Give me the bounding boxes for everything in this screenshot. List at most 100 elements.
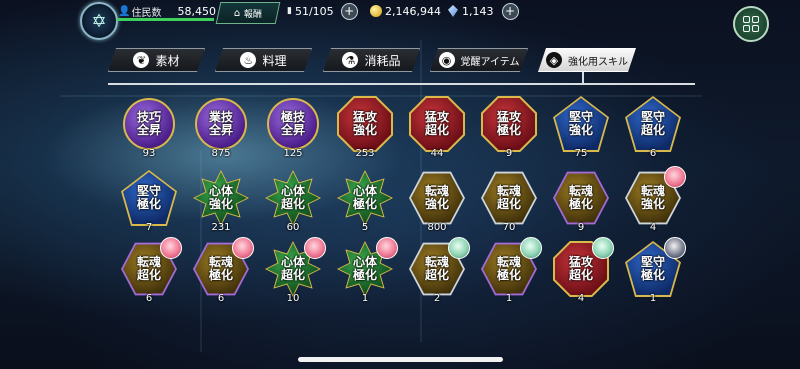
skill-item[interactable]: 業技 全昇 875 [190, 98, 252, 160]
skill-item[interactable]: 心体 極化 1 [334, 237, 398, 305]
stamina-value: 51/105 [294, 4, 334, 18]
tab-label: 素材 [155, 53, 180, 68]
reward-button[interactable]: ⌂ 報酬 [215, 2, 281, 24]
skill-item-count: 2 [433, 293, 441, 304]
skill-item-count: 6 [145, 293, 153, 304]
skill-item[interactable]: 猛攻 超化 4 [550, 237, 614, 305]
skill-item-count: 60 [286, 222, 300, 233]
skill-item[interactable]: 極技 全昇 125 [262, 98, 324, 160]
green-haired-character-avatar [448, 237, 470, 259]
home-indicator[interactable] [298, 357, 503, 362]
tab-label: 覚醒アイテム [460, 56, 520, 68]
residents-progress-fill [117, 18, 214, 21]
skill-item-count: 4 [649, 222, 657, 233]
skill-item-count: 1 [361, 293, 369, 304]
player-emblem-icon[interactable]: ✡ [80, 2, 118, 40]
skill-item[interactable]: 転魂 極化 9 [550, 171, 612, 234]
skill-item-count: 231 [211, 222, 231, 233]
tab-label: 料理 [262, 53, 287, 68]
skill-item[interactable]: 堅守 極化 7 [118, 170, 180, 234]
skill-item-count: 800 [427, 222, 447, 233]
skill-item[interactable]: 猛攻 超化 44 [406, 96, 468, 160]
skill-item-icon: 堅守 強化 [555, 98, 607, 150]
green-haired-character-avatar [520, 237, 542, 259]
skill-diamond-icon: ◈ [546, 52, 562, 68]
skill-item[interactable]: 心体 超化 60 [262, 170, 324, 234]
grid-menu-icon-cell [752, 16, 759, 23]
skill-item-count: 44 [430, 148, 444, 159]
skill-item-count: 10 [286, 293, 300, 304]
residents-value: 58,450 [177, 4, 216, 18]
skill-item-count: 4 [577, 293, 585, 304]
pink-haired-character-avatar [664, 166, 686, 188]
residents-label: 住民数 [131, 7, 162, 19]
tab-pot[interactable]: ♨ 料理 [215, 48, 312, 72]
skill-item-count: 1 [649, 293, 657, 304]
active-tab-pointer [582, 72, 584, 83]
stamina-stat: ▮ 51/105 + [287, 2, 358, 20]
skill-item[interactable]: 技巧 全昇 93 [118, 98, 180, 160]
skill-item-count: 5 [361, 222, 369, 233]
skill-item[interactable]: 堅守 極化 1 [622, 237, 686, 305]
skill-item[interactable]: 転魂 超化 6 [118, 237, 182, 305]
coins-value: 2,146,944 [385, 4, 441, 18]
green-haired-character-avatar [592, 237, 614, 259]
grid-menu-icon [743, 16, 750, 23]
skill-item-count: 7 [145, 222, 153, 233]
pink-haired-character-avatar [232, 237, 254, 259]
skill-item-label: 堅守 極化 [136, 184, 161, 211]
skill-item-icon: 技巧 全昇 [123, 98, 175, 150]
dark-haired-character-avatar [664, 237, 686, 259]
flask-icon: ⚗ [342, 52, 358, 68]
skill-item-label: 心体 強化 [208, 184, 233, 211]
skill-item-label: 堅守 超化 [640, 110, 665, 137]
coin-icon [370, 5, 382, 17]
skill-item-label: 技巧 全昇 [136, 110, 161, 137]
tab-flask[interactable]: ⚗ 消耗品 [323, 48, 420, 72]
skill-item[interactable]: 心体 極化 5 [334, 170, 396, 234]
residents-progress-bar [117, 18, 214, 21]
stamina-plus-button[interactable]: + [340, 2, 358, 20]
skill-item-count: 93 [142, 148, 156, 159]
tab-underline [108, 83, 695, 85]
skill-item-count: 9 [505, 148, 513, 159]
reward-label: 報酬 [243, 9, 262, 20]
tab-label: 強化用スキル [568, 56, 628, 68]
skill-item[interactable]: 堅守 強化 75 [550, 96, 612, 160]
skill-item-count: 6 [217, 293, 225, 304]
skill-item[interactable]: 転魂 超化 2 [406, 237, 470, 305]
tab-pouch[interactable]: ◉ 覚醒アイテム [430, 48, 528, 72]
crystal-icon [448, 5, 458, 17]
skill-item[interactable]: 心体 強化 231 [190, 170, 252, 234]
skill-item-label: 業技 全昇 [208, 110, 233, 137]
skill-item-count: 875 [211, 148, 231, 159]
background-circuit-line [60, 95, 702, 97]
tab-skill-diamond[interactable]: ◈ 強化用スキル [538, 48, 636, 72]
skill-item[interactable]: 転魂 極化 1 [478, 237, 542, 305]
skill-item-count: 75 [574, 148, 588, 159]
skill-item[interactable]: 転魂 超化 70 [478, 171, 540, 234]
skill-item[interactable]: 猛攻 極化 9 [478, 96, 540, 160]
gems-plus-button[interactable]: + [501, 2, 519, 20]
skill-item-icon: 極技 全昇 [267, 98, 319, 150]
skill-item-label: 堅守 強化 [568, 110, 593, 137]
skill-item-count: 70 [502, 222, 516, 233]
skill-item[interactable]: 心体 超化 10 [262, 237, 326, 305]
skill-item[interactable]: 転魂 極化 6 [190, 237, 254, 305]
skill-item-icon: 業技 全昇 [195, 98, 247, 150]
skill-item[interactable]: 転魂 強化 4 [622, 166, 686, 234]
grid-menu-button[interactable] [733, 6, 769, 42]
energy-icon: ▮ [287, 6, 292, 16]
pouch-icon: ◉ [439, 52, 455, 68]
skill-item-count: 6 [649, 148, 657, 159]
coins-stat: 2,146,944 [370, 2, 441, 20]
skill-item-count: 125 [283, 148, 303, 159]
skill-item[interactable]: 堅守 超化 6 [622, 96, 684, 160]
tab-leaf[interactable]: ❦ 素材 [108, 48, 205, 72]
skill-item-count: 253 [355, 148, 375, 159]
skill-item[interactable]: 転魂 強化 800 [406, 171, 468, 234]
gems-value: 1,143 [462, 4, 494, 18]
skill-item[interactable]: 猛攻 強化 253 [334, 96, 396, 160]
leaf-icon: ❦ [133, 52, 149, 68]
pink-haired-character-avatar [160, 237, 182, 259]
